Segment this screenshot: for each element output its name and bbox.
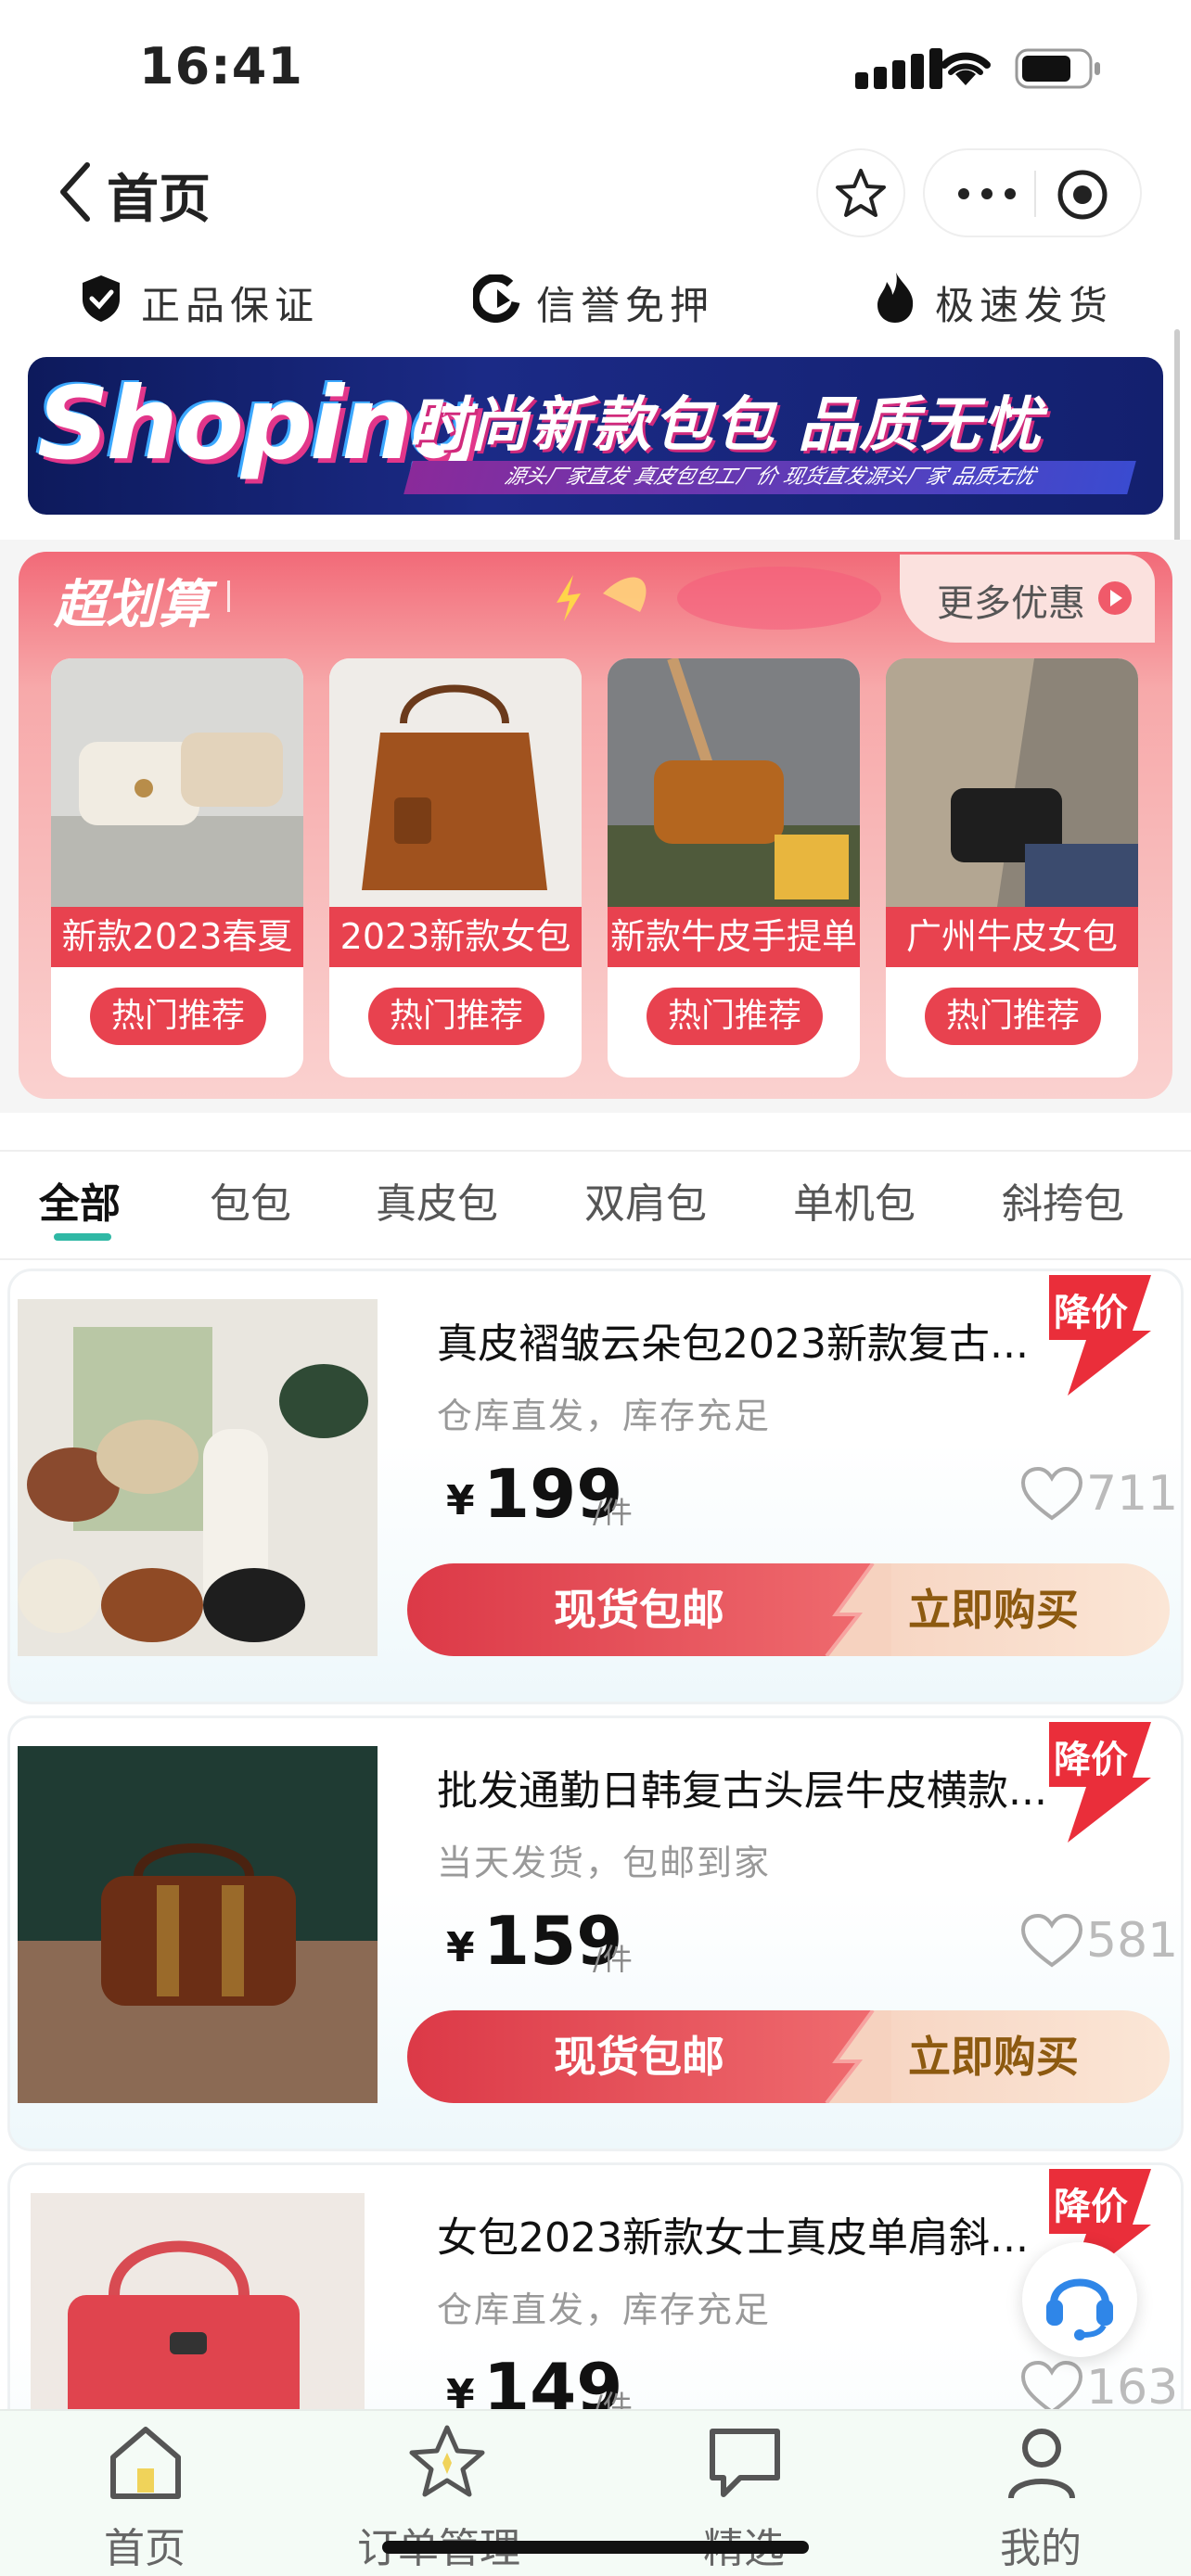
product-subtitle: 仓库直发，库存充足 — [437, 1396, 772, 1436]
tab-bags[interactable]: 包包 — [210, 1170, 291, 1230]
heart-outline-icon[interactable] — [1019, 1466, 1084, 1524]
close-miniprogram-button[interactable] — [1055, 167, 1110, 223]
price-unit: /件 — [593, 1942, 633, 1977]
shield-check-icon — [83, 275, 120, 322]
deal-item-caption: 新款2023春夏 — [51, 907, 303, 967]
guarantee-label: 信誉免押 — [536, 283, 715, 328]
hot-recommend-tag[interactable]: 热门推荐 — [90, 988, 266, 1045]
like-count: 581 — [1086, 1913, 1179, 1969]
product-image — [886, 658, 1138, 907]
heart-outline-icon[interactable] — [1019, 1913, 1084, 1970]
app-screen: { "status_bar": {"time": "16:41"}, "nav"… — [0, 0, 1191, 2576]
free-shipping-button[interactable]: 现货包邮 — [407, 1563, 871, 1656]
price-unit: /件 — [593, 1495, 633, 1530]
customer-service-button[interactable] — [1022, 2242, 1137, 2357]
status-time: 16:41 — [139, 37, 303, 96]
free-shipping-button[interactable]: 现货包邮 — [407, 2010, 871, 2103]
nav-label-profile[interactable]: 我的 — [1000, 2515, 1082, 2574]
banner-headline: 时尚新款包包 品质无忧 — [408, 391, 1044, 460]
product-subtitle: 仓库直发，库存充足 — [437, 2289, 772, 2330]
tab-leather-bags[interactable]: 真皮包 — [376, 1170, 498, 1230]
nav-title[interactable]: 首页 — [107, 158, 211, 233]
chat-icon — [710, 2429, 780, 2497]
more-menu-button[interactable] — [954, 180, 1019, 208]
tab-crossbody-bags[interactable]: 斜挎包 — [1002, 1170, 1124, 1230]
like-count: 711 — [1086, 1466, 1179, 1522]
nav-home[interactable] — [104, 2420, 187, 2504]
deal-item-caption: 广州牛皮女包 — [886, 907, 1138, 967]
tab-backpacks[interactable]: 双肩包 — [584, 1170, 707, 1230]
credit-refresh-icon — [473, 274, 520, 323]
play-arrow-icon[interactable] — [1096, 580, 1133, 617]
deal-item[interactable]: 新款2023春夏 热门推荐 — [51, 658, 303, 1078]
home-indicator — [382, 2541, 809, 2554]
tab-all[interactable]: 全部 — [39, 1170, 121, 1230]
deal-item[interactable]: 新款牛皮手提单 热门推荐 — [608, 658, 860, 1078]
headset-icon — [1046, 2278, 1113, 2340]
product-image — [18, 1299, 378, 1656]
active-tab-indicator — [54, 1233, 111, 1241]
wifi-icon — [941, 52, 991, 85]
product-card[interactable]: 真皮褶皱云朵包2023新款复古... 仓库直发，库存充足 ¥ 199 /件 71… — [7, 1269, 1184, 1704]
flame-icon — [877, 273, 914, 323]
product-image — [18, 1746, 378, 2103]
deal-decoration-icon — [557, 567, 881, 630]
nav-label-home[interactable]: 首页 — [104, 2515, 186, 2574]
star-icon — [409, 2425, 485, 2497]
star-outline-icon — [836, 169, 886, 217]
banner-subline: 源头厂家直发 真皮包包工厂价 现货直发源头厂家 品质无忧 — [403, 461, 1136, 494]
more-deals-label[interactable]: 更多优惠 — [937, 573, 1085, 627]
like-count: 163 — [1086, 2360, 1179, 2416]
battery-icon — [1015, 48, 1100, 89]
price-drop-badge: 降价 — [1054, 1292, 1128, 1334]
back-button[interactable] — [56, 159, 96, 224]
home-icon — [110, 2427, 181, 2499]
lightning-divider-icon — [825, 2010, 891, 2103]
user-icon — [1008, 2429, 1075, 2499]
promo-banner[interactable]: Shoping 时尚新款包包 品质无忧 源头厂家直发 真皮包包工厂价 现货直发源… — [28, 357, 1163, 515]
product-image — [608, 658, 860, 907]
capsule-divider — [1034, 171, 1036, 217]
lightning-divider-icon — [825, 1563, 891, 1656]
nav-orders[interactable] — [405, 2420, 489, 2504]
deal-item-caption: 新款牛皮手提单 — [608, 907, 860, 967]
tabs-bottom-divider — [0, 1258, 1191, 1260]
product-image — [329, 658, 582, 907]
guarantee-label: 正品保证 — [141, 283, 320, 328]
deal-item-caption: 2023新款女包 — [329, 907, 582, 967]
nav-profile[interactable] — [1000, 2420, 1083, 2504]
price-currency: ¥ — [446, 1477, 475, 1524]
tab-single-bags[interactable]: 单机包 — [793, 1170, 916, 1230]
deal-item[interactable]: 2023新款女包 热门推荐 — [329, 658, 582, 1078]
hot-recommend-tag[interactable]: 热门推荐 — [925, 988, 1101, 1045]
product-subtitle: 当天发货，包邮到家 — [437, 1843, 772, 1883]
price-drop-badge: 降价 — [1054, 2186, 1128, 2228]
price-drop-badge: 降价 — [1054, 1739, 1128, 1781]
deal-title-divider — [227, 580, 230, 612]
deal-item[interactable]: 广州牛皮女包 热门推荐 — [886, 658, 1138, 1078]
more-dots-icon — [958, 188, 1016, 199]
hot-recommend-tag[interactable]: 热门推荐 — [647, 988, 823, 1045]
price-currency: ¥ — [446, 1924, 475, 1971]
guarantee-label: 极速发货 — [935, 283, 1114, 328]
chevron-left-icon — [60, 162, 90, 222]
hot-recommend-tag[interactable]: 热门推荐 — [368, 988, 544, 1045]
nav-featured[interactable] — [703, 2420, 787, 2504]
mini-program-capsule — [923, 148, 1142, 237]
deal-title: 超划算 — [54, 575, 210, 635]
favorite-button[interactable] — [816, 148, 905, 237]
product-card[interactable]: 批发通勤日韩复古头层牛皮横款... 当天发货，包邮到家 ¥ 159 /件 581… — [7, 1715, 1184, 2151]
product-image — [51, 658, 303, 907]
tabs-top-divider — [0, 1150, 1191, 1152]
target-circle-icon — [1057, 170, 1108, 220]
